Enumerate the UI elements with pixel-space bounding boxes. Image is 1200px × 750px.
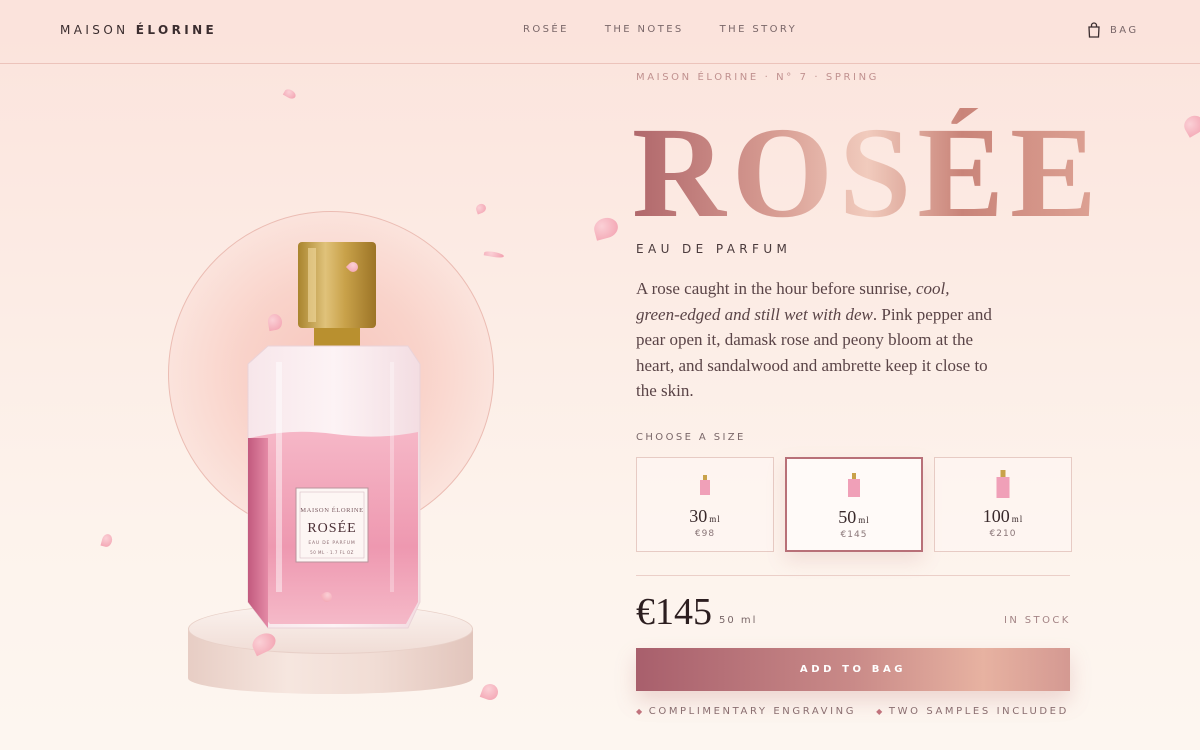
perks-list: ◆ COMPLIMENTARY ENGRAVING ◆ TWO SAMPLES IN… — [636, 706, 1069, 717]
stock-status: IN STOCK — [1004, 615, 1071, 626]
size-volume: 50 ml — [787, 507, 921, 528]
product-visual: MAISON ÉLORINE ROSÉE EAU DE PARFUM 50 ML… — [0, 64, 621, 750]
medium-bottle-icon — [848, 473, 860, 497]
size-volume: 100 ml — [935, 506, 1071, 527]
bag-label: BAG — [1110, 24, 1139, 36]
brand-logo[interactable]: MAISON ÉLORINE — [60, 23, 217, 37]
size-volume-value: 30 — [689, 506, 708, 526]
collection-eyebrow: MAISON ÉLORINE · N° 7 · SPRING — [636, 72, 879, 83]
current-price-volume: 50 ml — [719, 615, 758, 626]
description-part-1: A rose caught in the hour before sunrise… — [636, 279, 916, 298]
size-volume: 30 ml — [637, 506, 773, 527]
nav-links: ROSÉE THE NOTES THE STORY — [523, 24, 797, 35]
add-to-bag-button[interactable]: ADD TO BAG — [636, 648, 1070, 691]
add-to-bag-label: ADD TO BAG — [799, 664, 907, 675]
petal — [100, 532, 114, 549]
brand-name-bold: ÉLORINE — [135, 23, 218, 37]
size-price: €210 — [989, 529, 1017, 539]
perk-text: TWO SAMPLES INCLUDED — [888, 706, 1069, 717]
petal — [474, 202, 488, 215]
nav-link-story[interactable]: THE STORY — [720, 24, 797, 35]
top-nav: MAISON ÉLORINE ROSÉE THE NOTES THE STORY… — [0, 0, 1200, 64]
perfume-bottle-image: MAISON ÉLORINE ROSÉE EAU DE PARFUM 50 ML… — [247, 242, 421, 629]
petal — [282, 87, 298, 101]
size-price: €98 — [694, 529, 716, 539]
size-volume-value: 100 — [982, 506, 1010, 526]
product-subtitle: EAU DE PARFUM — [636, 242, 792, 256]
brand-name-light: MAISON — [60, 23, 136, 37]
diamond-bullet-icon: ◆ — [636, 707, 645, 716]
size-volume-value: 50 — [838, 507, 857, 527]
divider — [636, 575, 1070, 576]
small-bottle-icon — [700, 475, 710, 495]
current-price: €145 — [636, 591, 712, 633]
product-description: A rose caught in the hour before sunrise… — [636, 276, 996, 404]
size-option-30ml[interactable]: 30 ml €98 — [636, 457, 774, 552]
size-volume-unit: ml — [709, 514, 721, 524]
product-title: ROSÉE — [632, 101, 1103, 245]
petal — [591, 215, 621, 241]
size-option-100ml[interactable]: 100 ml €210 — [934, 457, 1072, 552]
bottle-label-volume: 50 ML · 1.7 FL OZ — [310, 550, 354, 555]
bag-button[interactable]: BAG — [1087, 22, 1138, 38]
shopping-bag-icon — [1088, 22, 1100, 38]
perk-text: COMPLIMENTARY ENGRAVING — [648, 706, 857, 717]
size-volume-unit: ml — [858, 515, 870, 525]
size-volume-unit: ml — [1011, 514, 1024, 524]
size-option-50ml[interactable]: 50 ml €145 — [785, 457, 923, 552]
large-bottle-icon — [996, 470, 1010, 498]
diamond-bullet-icon: ◆ — [876, 707, 885, 716]
size-selector-label: CHOOSE A SIZE — [636, 432, 746, 443]
size-selector: 30 ml €98 50 ml €145 100 ml €210 — [636, 457, 1072, 552]
perk-item: ◆ COMPLIMENTARY ENGRAVING — [636, 706, 856, 717]
perk-item: ◆ TWO SAMPLES INCLUDED — [876, 706, 1069, 717]
petal — [1180, 112, 1200, 138]
size-price: €145 — [840, 530, 868, 540]
petal — [479, 681, 501, 703]
petal — [483, 250, 505, 259]
nav-link-notes[interactable]: THE NOTES — [605, 24, 684, 35]
bottle-label-type: EAU DE PARFUM — [308, 540, 355, 546]
nav-link-rosee[interactable]: ROSÉE — [523, 24, 569, 35]
bottle-label-house: MAISON ÉLORINE — [300, 506, 363, 514]
bottle-label-name: ROSÉE — [307, 519, 356, 536]
